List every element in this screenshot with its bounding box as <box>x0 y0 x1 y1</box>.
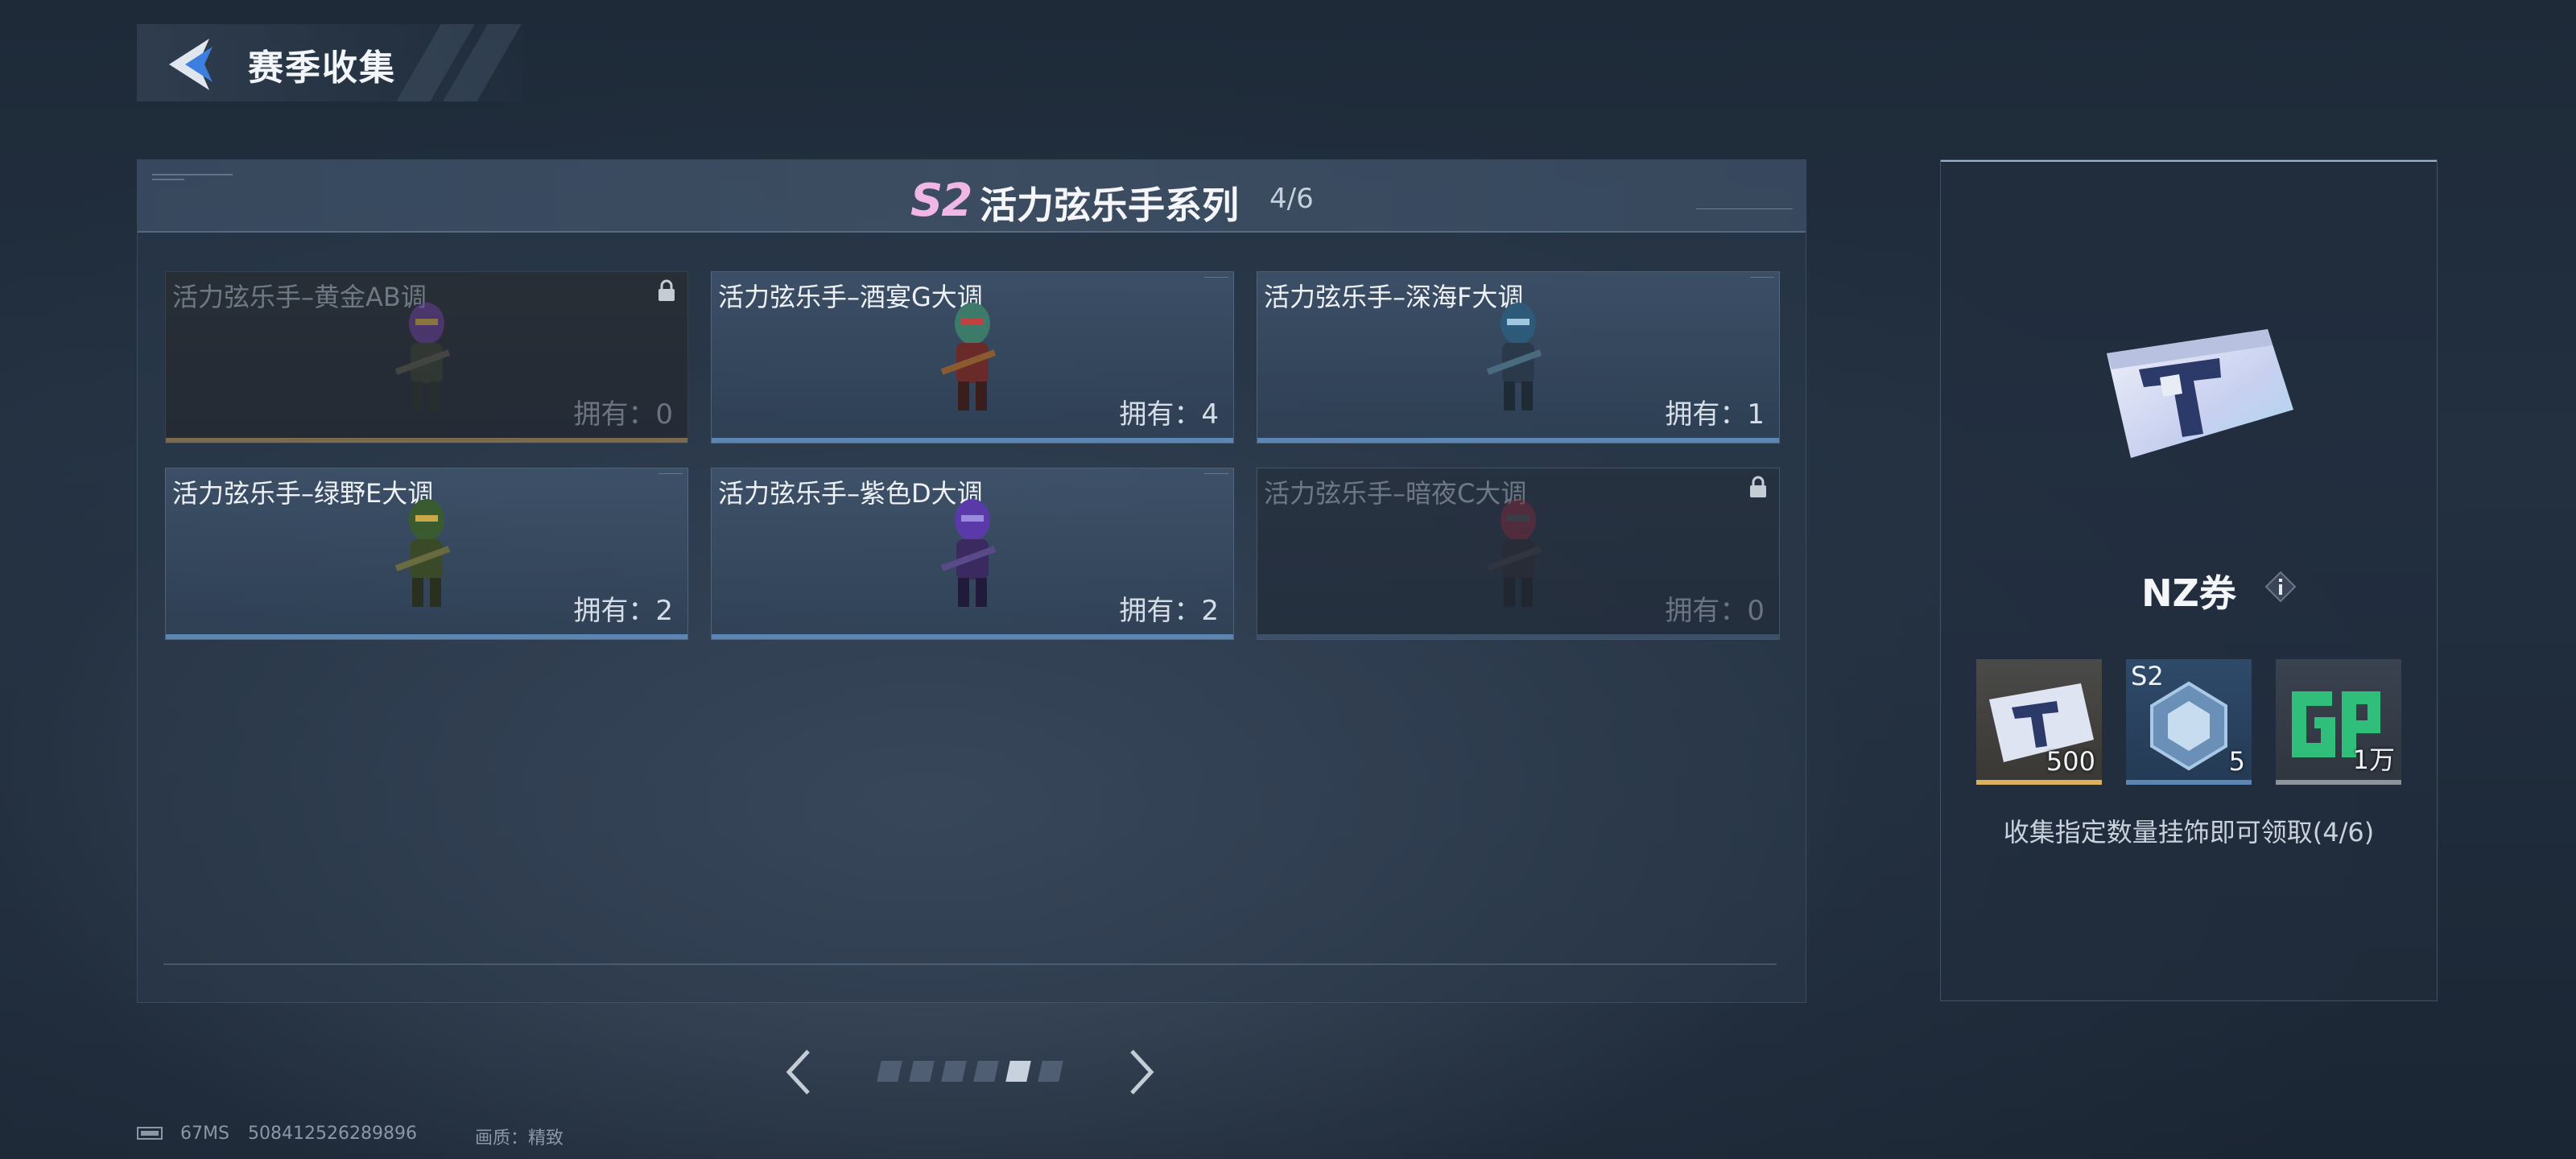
series-title: 活力弦乐手系列 <box>980 184 1239 227</box>
owned-count: 拥有：4 <box>1119 398 1219 431</box>
page-dot[interactable] <box>973 1061 999 1082</box>
back-arrow-icon <box>169 39 213 90</box>
reward-item-s2-crystal[interactable]: S2 5 <box>2126 659 2252 785</box>
character-figure-icon <box>940 303 997 410</box>
card-underline <box>166 634 687 639</box>
reward-qty: 5 <box>2228 746 2245 777</box>
chevron-right-icon <box>1130 1050 1154 1095</box>
owned-count: 拥有：2 <box>1119 595 1219 627</box>
next-page-button[interactable] <box>1125 1046 1158 1098</box>
chevron-left-icon <box>786 1050 810 1095</box>
collection-card[interactable]: 活力弦乐手–酒宴G大调 拥有：4 <box>711 271 1234 443</box>
reward-item-nz-ticket[interactable]: 500 <box>1976 659 2102 785</box>
page-title: 赛季收集 <box>248 47 396 89</box>
reward-qty: 1万 <box>2352 744 2395 775</box>
owned-count: 拥有：2 <box>573 595 673 627</box>
character-figure-icon <box>1486 499 1542 607</box>
card-underline <box>1257 438 1779 443</box>
collection-card[interactable]: 活力弦乐手–暗夜C大调 拥有：0 <box>1257 468 1780 640</box>
back-button[interactable] <box>161 35 225 93</box>
lock-icon <box>658 279 675 301</box>
panel-top-edge <box>1941 160 2437 162</box>
character-figure-icon <box>940 499 997 607</box>
network-icon <box>137 1127 163 1140</box>
lock-icon <box>1750 476 1766 497</box>
series-progress: 4/6 <box>1269 183 1314 215</box>
collection-card[interactable]: 活力弦乐手–绿野E大调 拥有：2 <box>165 468 688 640</box>
owned-count: 拥有：0 <box>1665 595 1765 627</box>
card-underline <box>1257 634 1779 639</box>
page-dot[interactable] <box>941 1061 967 1082</box>
owned-count: 拥有：0 <box>573 398 673 431</box>
reward-name: NZ券 <box>2141 571 2236 615</box>
collection-card[interactable]: 活力弦乐手–深海F大调 拥有：1 <box>1257 271 1780 443</box>
page-dot-active[interactable] <box>1005 1061 1031 1082</box>
page-dot[interactable] <box>1038 1061 1063 1082</box>
card-decoration <box>658 473 683 481</box>
reward-description: 收集指定数量挂饰即可领取(4/6) <box>2003 817 2375 848</box>
reward-season-label: S2 <box>2131 661 2164 691</box>
card-underline <box>712 438 1233 443</box>
rarity-bar <box>1976 780 2102 785</box>
card-decoration <box>1750 277 1774 284</box>
header-decoration <box>1696 208 1793 217</box>
character-figure-icon <box>394 303 451 410</box>
reward-panel: NZ券 500 S2 5 1万 收集指定数量挂饰即可领取(4/6) <box>1940 159 2438 1001</box>
graphics-quality: 画质：精致 <box>475 1128 564 1149</box>
page-dot[interactable] <box>877 1061 902 1082</box>
info-icon[interactable] <box>2264 571 2297 603</box>
user-id: 508412526289896 <box>248 1124 417 1144</box>
owned-count: 拥有：1 <box>1665 398 1765 431</box>
card-decoration <box>1204 277 1228 284</box>
ping-label: 67MS <box>180 1124 229 1144</box>
rarity-bar <box>2126 780 2252 785</box>
collection-card[interactable]: 活力弦乐手–紫色D大调 拥有：2 <box>711 468 1234 640</box>
character-figure-icon <box>394 499 451 607</box>
card-underline <box>712 634 1233 639</box>
divider <box>163 963 1777 965</box>
series-header: S2 活力弦乐手系列 4/6 <box>138 160 1806 233</box>
card-underline <box>166 438 687 443</box>
reward-qty: 500 <box>2046 746 2095 777</box>
collection-panel: S2 活力弦乐手系列 4/6 活力弦乐手–黄金AB调 拥有：0 活力弦乐手–酒宴… <box>137 159 1806 1003</box>
rarity-bar <box>2276 780 2401 785</box>
page-dot[interactable] <box>909 1061 935 1082</box>
reward-item-gp[interactable]: 1万 <box>2276 659 2401 785</box>
header-decoration <box>152 170 233 183</box>
character-figure-icon <box>1486 303 1542 410</box>
nz-ticket-icon <box>2107 329 2293 458</box>
prev-page-button[interactable] <box>782 1046 815 1098</box>
season-badge: S2 <box>910 175 972 227</box>
card-decoration <box>1204 473 1228 481</box>
collection-card[interactable]: 活力弦乐手–黄金AB调 拥有：0 <box>165 271 688 443</box>
